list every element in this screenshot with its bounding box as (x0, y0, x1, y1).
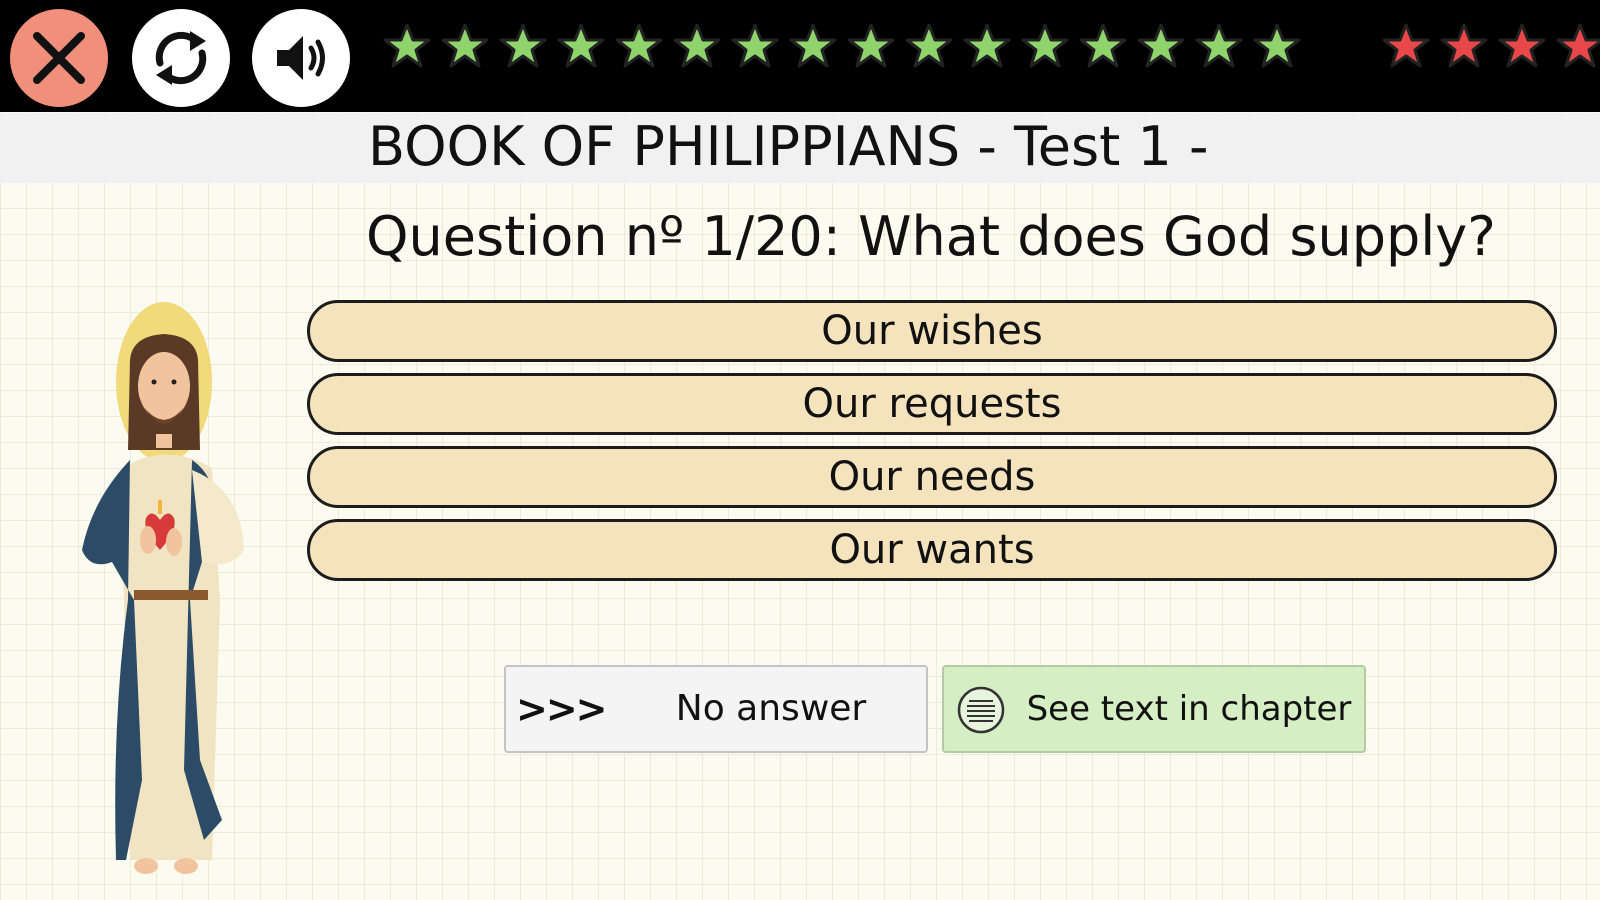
star-green-icon (847, 22, 895, 70)
star-red-icon (1382, 22, 1430, 70)
answer-option-4[interactable]: Our wants (307, 519, 1557, 581)
answer-option-2[interactable]: Our requests (307, 373, 1557, 435)
star-green-icon (963, 22, 1011, 70)
no-answer-label: No answer (675, 688, 867, 729)
star-green-icon (441, 22, 489, 70)
speaker-icon (277, 36, 325, 80)
star-green-icon (1253, 22, 1301, 70)
star-green-icon (673, 22, 721, 70)
star-green-icon (615, 22, 663, 70)
top-bar (0, 0, 1600, 112)
star-green-icon (1195, 22, 1243, 70)
star-green-icon (1079, 22, 1127, 70)
answer-option-3[interactable]: Our needs (307, 446, 1557, 508)
star-red-icon (1440, 22, 1488, 70)
refresh-icon (155, 31, 207, 85)
star-red-icon (1556, 22, 1600, 70)
see-text-label: See text in chapter (1026, 689, 1352, 729)
star-green-icon (731, 22, 779, 70)
star-green-icon (1021, 22, 1069, 70)
progress-stars-correct (383, 22, 1301, 70)
star-green-icon (557, 22, 605, 70)
no-answer-button[interactable]: >>> No answer (504, 665, 928, 753)
answer-option-1[interactable]: Our wishes (307, 300, 1557, 362)
progress-stars-wrong (1382, 22, 1600, 70)
see-text-button[interactable]: See text in chapter (942, 665, 1366, 753)
skip-arrows-icon: >>> (516, 687, 608, 731)
jesus-illustration (72, 300, 262, 894)
sound-button[interactable] (252, 9, 350, 107)
document-icon (956, 685, 1006, 739)
close-button[interactable] (10, 9, 108, 107)
page-title: BOOK OF PHILIPPIANS - Test 1 - (368, 115, 1209, 178)
star-green-icon (499, 22, 547, 70)
star-green-icon (789, 22, 837, 70)
star-red-icon (1498, 22, 1546, 70)
question-text: Question nº 1/20: What does God supply? (366, 205, 1496, 268)
star-green-icon (383, 22, 431, 70)
star-green-icon (905, 22, 953, 70)
close-icon (33, 32, 85, 84)
star-green-icon (1137, 22, 1185, 70)
refresh-button[interactable] (132, 9, 230, 107)
